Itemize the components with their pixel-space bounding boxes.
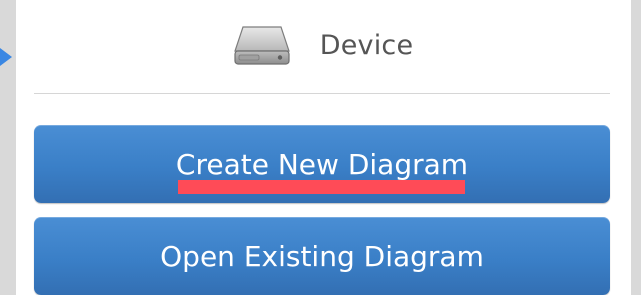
hard-drive-icon bbox=[233, 26, 290, 65]
pointer-arrow-icon bbox=[0, 48, 12, 66]
device-header[interactable]: Device bbox=[16, 14, 631, 76]
device-label: Device bbox=[319, 29, 414, 61]
divider bbox=[34, 93, 610, 94]
open-existing-diagram-button[interactable]: Open Existing Diagram bbox=[34, 217, 610, 295]
create-new-diagram-label: Create New Diagram bbox=[175, 147, 469, 181]
highlight-underline bbox=[178, 180, 465, 194]
storage-dialog-panel: Device Create New Diagram Open Existing … bbox=[16, 0, 631, 295]
open-existing-diagram-label: Open Existing Diagram bbox=[160, 239, 484, 273]
